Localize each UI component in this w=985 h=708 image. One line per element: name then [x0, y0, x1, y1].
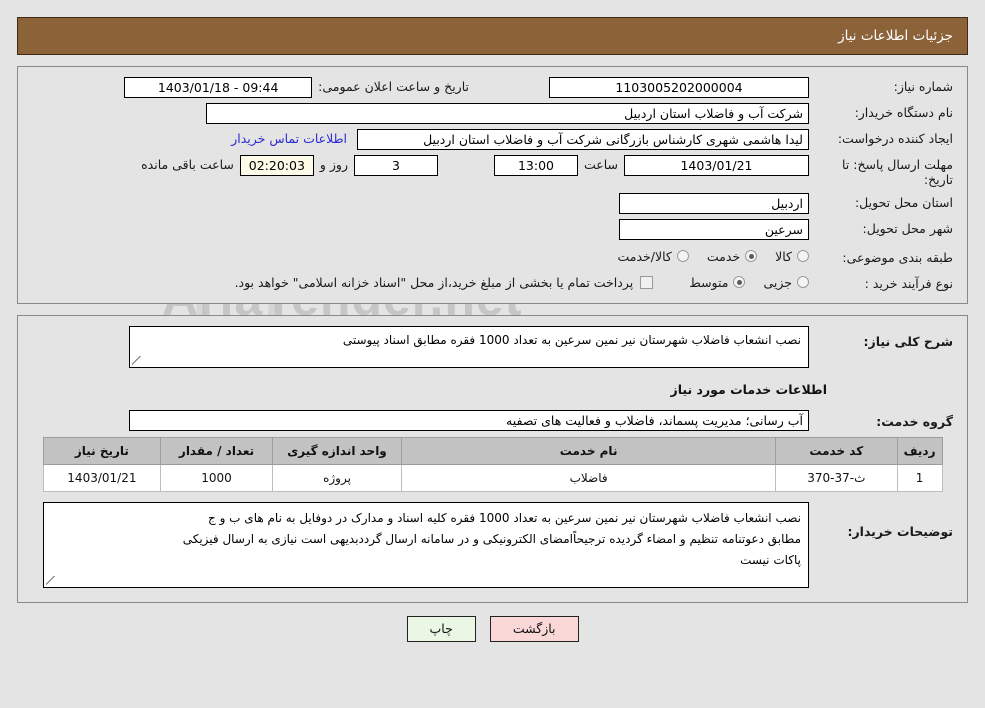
process-option-medium[interactable]: متوسط: [689, 274, 746, 290]
province-label: استان محل تحویل:: [854, 195, 953, 210]
row-province: استان محل تحویل: اردبیل: [26, 193, 959, 215]
countdown-timer: 02:20:03: [239, 155, 314, 176]
row-city: شهر محل تحویل: سرعین: [26, 219, 959, 241]
process-label: نوع فرآیند خرید :: [864, 275, 953, 291]
th-service-code: کد خدمت: [774, 437, 898, 465]
buyer-notes-textarea[interactable]: نصب انشعاب فاضلاب شهرستان نیر نمین سرعین…: [43, 502, 809, 588]
category-label: طبقه بندی موضوعی:: [842, 249, 953, 265]
province-value: اردبیل: [619, 193, 809, 214]
service-group-label: گروه خدمت:: [876, 413, 953, 429]
requester-label: ایجاد کننده درخواست:: [837, 131, 953, 146]
th-need-date: تاریخ نیاز: [42, 437, 162, 465]
row-requester: ایجاد کننده درخواست: لیدا هاشمی شهری کار…: [26, 129, 959, 151]
page-header: جزئیات اطلاعات نیاز: [17, 17, 968, 55]
row-category: طبقه بندی موضوعی: کالا خدمت کالا/خدمت: [26, 245, 959, 267]
buyer-notes-line-2: مطابق دعوتنامه تنظیم و امضاء گردیده ترجی…: [182, 532, 801, 546]
row-service-group: گروه خدمت: آب رسانی؛ مدیریت پسماند، فاضل…: [26, 409, 959, 431]
public-announce-value: 1403/01/18 - 09:44: [124, 77, 313, 98]
treasury-checkbox-item[interactable]: پرداخت تمام یا بخشی از مبلغ خرید،از محل …: [235, 275, 654, 290]
public-announce-label: تاریخ و ساعت اعلان عمومی:: [318, 79, 469, 94]
radio-icon-minor[interactable]: [797, 276, 809, 288]
table-row: 1 ث-37-370 فاضلاب پروژه 1000 1403/01/21: [42, 464, 943, 492]
days-label: روز و: [319, 157, 348, 172]
td-index: 1: [896, 464, 943, 492]
td-service-name: فاضلاب: [401, 464, 776, 492]
process-option-minor[interactable]: جزیی: [763, 275, 809, 290]
category-option-goods-service-label: کالا/خدمت: [617, 248, 672, 264]
th-index: ردیف: [896, 437, 943, 465]
back-button[interactable]: بازگشت: [489, 616, 579, 642]
td-service-code: ث-37-370: [774, 464, 898, 492]
category-option-service-label: خدمت: [706, 248, 741, 264]
radio-icon-service[interactable]: [745, 250, 758, 262]
table-header-row: ردیف کد خدمت نام خدمت واحد اندازه گیری ت…: [42, 437, 943, 465]
td-need-date: 1403/01/21: [42, 464, 162, 492]
radio-icon-goods[interactable]: [797, 250, 809, 262]
buyer-org-value: شرکت آب و فاضلاب استان اردبیل: [206, 103, 809, 124]
th-unit: واحد اندازه گیری: [271, 437, 403, 465]
category-option-goods-service[interactable]: کالا/خدمت: [617, 248, 689, 264]
th-quantity: تعداد / مقدار: [160, 437, 273, 465]
days-remaining-value: 3: [353, 155, 438, 176]
need-desc-label: شرح کلی نیاز:: [863, 334, 953, 349]
action-buttons: بازگشت چاپ: [0, 616, 985, 642]
treasury-checkbox-label: پرداخت تمام یا بخشی از مبلغ خرید،از محل …: [234, 274, 634, 290]
city-label: شهر محل تحویل:: [862, 221, 953, 236]
need-info-panel: شماره نیاز: 1103005202000004 تاریخ و ساع…: [17, 66, 968, 304]
buyer-notes-label: توضیحات خریدار:: [847, 524, 953, 539]
need-details-panel: شرح کلی نیاز: نصب انشعاب فاضلاب شهرستان …: [17, 315, 968, 603]
need-number-value: 1103005202000004: [549, 77, 809, 98]
city-value: سرعین: [619, 219, 809, 240]
buyer-contact-link[interactable]: اطلاعات تماس خریدار: [221, 129, 357, 146]
need-number-label: شماره نیاز:: [893, 79, 953, 94]
radio-icon-goods-service[interactable]: [676, 250, 689, 262]
row-need-number: شماره نیاز: 1103005202000004 تاریخ و ساع…: [26, 77, 959, 99]
deadline-time-value: 13:00: [493, 155, 578, 176]
process-option-minor-label: جزیی: [763, 274, 792, 290]
process-option-medium-label: متوسط: [689, 274, 729, 290]
buyer-notes-line-3: پاکات نیست: [740, 553, 801, 567]
requester-value: لیدا هاشمی شهری کارشناس بازرگانی شرکت آب…: [357, 129, 809, 150]
th-service-name: نام خدمت: [401, 437, 776, 465]
need-desc-value: نصب انشعاب فاضلاب شهرستان نیر نمین سرعین…: [342, 333, 801, 347]
category-option-goods[interactable]: کالا: [775, 249, 809, 264]
row-buyer-notes: توضیحات خریدار: نصب انشعاب فاضلاب شهرستا…: [26, 502, 959, 588]
need-desc-textarea[interactable]: نصب انشعاب فاضلاب شهرستان نیر نمین سرعین…: [129, 326, 809, 368]
print-button[interactable]: چاپ: [406, 616, 476, 642]
category-radio-group: کالا خدمت کالا/خدمت: [599, 249, 809, 264]
category-option-goods-label: کالا: [775, 248, 792, 264]
td-unit: پروژه: [271, 464, 403, 492]
category-option-service[interactable]: خدمت: [706, 248, 758, 264]
services-section-heading: اطلاعات خدمات مورد نیاز: [670, 382, 828, 397]
services-table: ردیف کد خدمت نام خدمت واحد اندازه گیری ت…: [42, 437, 943, 492]
deadline-date-value: 1403/01/21: [624, 155, 809, 176]
row-need-description: شرح کلی نیاز: نصب انشعاب فاضلاب شهرستان …: [26, 326, 959, 368]
buyer-notes-line-1: نصب انشعاب فاضلاب شهرستان نیر نمین سرعین…: [208, 511, 801, 525]
checkbox-icon-treasury[interactable]: [640, 275, 654, 289]
service-group-value: آب رسانی؛ مدیریت پسماند، فاضلاب و فعالیت…: [129, 409, 809, 431]
row-deadline: مهلت ارسال پاسخ: تا تاریخ: 1403/01/21 سا…: [26, 155, 959, 187]
page-title: جزئیات اطلاعات نیاز: [838, 28, 953, 44]
remaining-label: ساعت باقی مانده: [141, 157, 234, 172]
radio-icon-medium[interactable]: [733, 276, 746, 288]
deadline-label: مهلت ارسال پاسخ: تا تاریخ:: [842, 157, 953, 187]
hour-label: ساعت: [583, 157, 618, 172]
row-buyer-org: نام دستگاه خریدار: شرکت آب و فاضلاب استا…: [26, 103, 959, 125]
row-process-type: نوع فرآیند خرید : جزیی متوسط پرداخت تمام…: [26, 271, 959, 293]
process-radio-group: جزیی متوسط: [671, 275, 809, 290]
page-root: AriaTender.net جزئیات اطلاعات نیاز شماره…: [0, 17, 985, 708]
td-quantity: 1000: [160, 464, 273, 492]
buyer-org-label: نام دستگاه خریدار:: [854, 105, 953, 120]
